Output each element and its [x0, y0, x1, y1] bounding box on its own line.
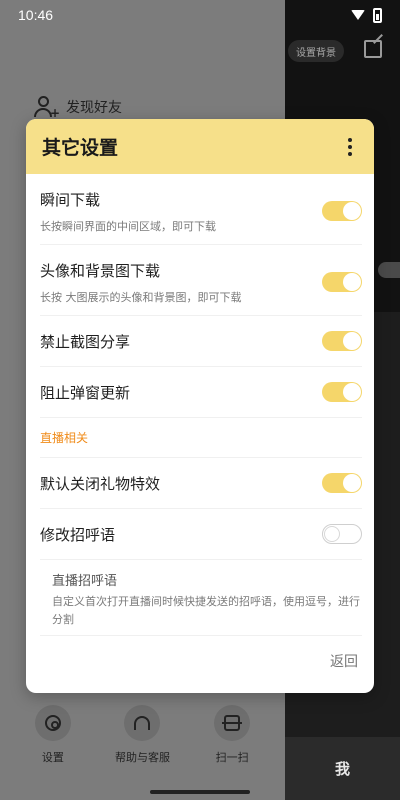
- settings-tool[interactable]: 设置: [13, 705, 93, 800]
- dialog-title: 其它设置: [42, 137, 119, 159]
- setting-edit-greeting[interactable]: 修改招呼语: [40, 509, 362, 560]
- find-friends-label: 发现好友: [66, 100, 122, 116]
- other-settings-dialog: 其它设置 瞬间下载 长按瞬间界面的中间区域，即可下载 头像和背景图下载 长按 大…: [26, 119, 374, 693]
- scan-tool[interactable]: 扫一扫: [192, 705, 272, 800]
- status-bar: 10:46: [0, 0, 400, 30]
- dialog-header: 其它设置: [26, 119, 374, 174]
- add-friend-icon: +: [34, 96, 60, 120]
- setting-title: 默认关闭礼物特效: [40, 474, 161, 493]
- more-options-icon[interactable]: [342, 137, 358, 157]
- setting-title: 修改招呼语: [40, 525, 116, 544]
- setting-title: 瞬间下载: [40, 190, 101, 209]
- live-greeting-setting[interactable]: 直播招呼语 自定义首次打开直播间时候快捷发送的招呼语，使用逗号，进行分割: [40, 560, 362, 636]
- setting-title: 阻止弹窗更新: [40, 383, 131, 402]
- tab-me-label: 我: [334, 760, 350, 778]
- setting-title: 禁止截图分享: [40, 332, 131, 351]
- help-tool[interactable]: 帮助与客服: [102, 705, 182, 800]
- back-button[interactable]: 返回: [330, 651, 358, 671]
- block-screenshot-toggle[interactable]: [322, 331, 362, 351]
- instant-download-toggle[interactable]: [322, 201, 362, 221]
- help-tool-label: 帮助与客服: [114, 751, 170, 764]
- find-friends-item[interactable]: + 发现好友: [34, 96, 122, 120]
- status-time: 10:46: [18, 7, 54, 23]
- setting-disable-gift-effects[interactable]: 默认关闭礼物特效: [40, 458, 362, 509]
- gift-effects-toggle[interactable]: [322, 473, 362, 493]
- scan-tool-label: 扫一扫: [215, 751, 249, 764]
- setting-block-update-popup[interactable]: 阻止弹窗更新: [40, 367, 362, 418]
- battery-icon: [373, 7, 382, 23]
- headset-icon: [134, 716, 151, 730]
- setting-subtitle: 长按 大图展示的头像和背景图，即可下载: [40, 290, 242, 304]
- bottom-tools: 设置 帮助与客服 扫一扫: [0, 705, 285, 800]
- live-greeting-description: 自定义首次打开直播间时候快捷发送的招呼语，使用逗号，进行分割: [52, 595, 360, 626]
- edit-greeting-toggle[interactable]: [322, 524, 362, 544]
- setting-instant-download[interactable]: 瞬间下载 长按瞬间界面的中间区域，即可下载: [40, 174, 362, 245]
- setting-block-screenshot-share[interactable]: 禁止截图分享: [40, 316, 362, 367]
- scan-icon: [222, 715, 243, 731]
- setting-subtitle: 长按瞬间界面的中间区域，即可下载: [40, 219, 216, 233]
- settings-tool-label: 设置: [41, 751, 64, 764]
- block-update-toggle[interactable]: [322, 382, 362, 402]
- tab-me[interactable]: 我: [285, 737, 400, 800]
- background-switch: [378, 262, 400, 278]
- set-background-chip[interactable]: 设置背景: [288, 40, 344, 62]
- edit-icon[interactable]: [364, 40, 382, 58]
- section-live-header: 直播相关: [40, 418, 362, 458]
- setting-title: 头像和背景图下载: [40, 261, 161, 280]
- live-greeting-title: 直播招呼语: [52, 574, 118, 589]
- setting-avatar-download[interactable]: 头像和背景图下载 长按 大图展示的头像和背景图，即可下载: [40, 245, 362, 316]
- home-indicator[interactable]: [150, 790, 250, 794]
- settings-icon: [44, 715, 61, 731]
- avatar-download-toggle[interactable]: [322, 272, 362, 292]
- wifi-icon: [351, 10, 365, 20]
